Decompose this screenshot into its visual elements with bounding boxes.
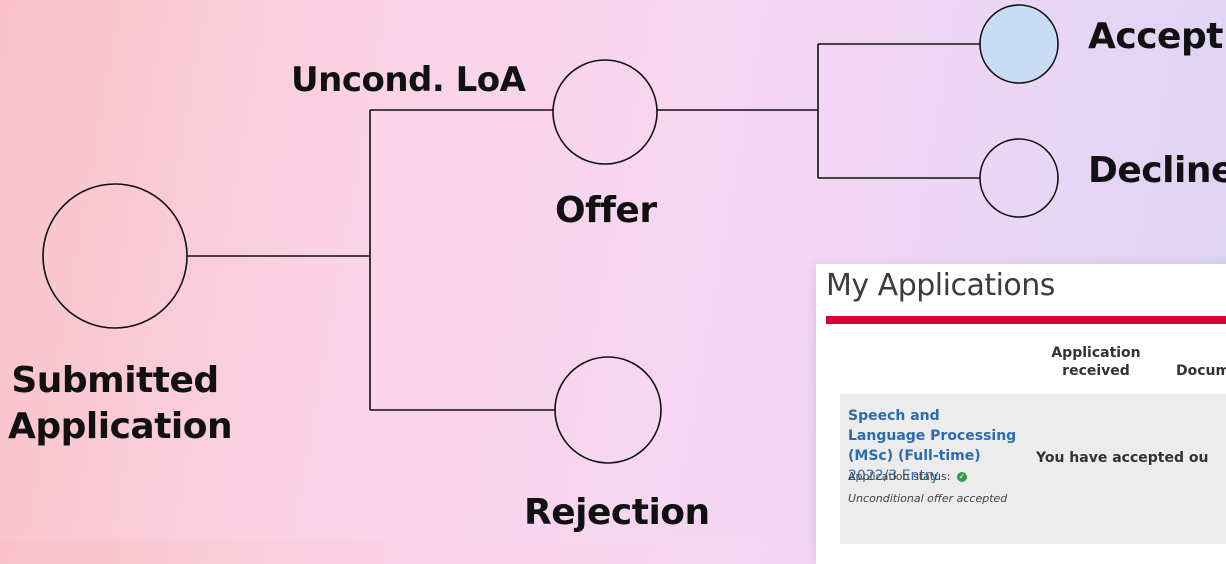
node-accept-circle	[979, 4, 1059, 84]
node-label-rejection: Rejection	[524, 492, 710, 533]
column-header-application-received: Application received	[1051, 345, 1141, 379]
check-circle-icon: ✓	[956, 472, 967, 482]
page-title: My Applications	[826, 268, 1055, 303]
edge-label-uncond-loa: Uncond. LoA	[291, 60, 526, 100]
node-decline-circle	[979, 138, 1059, 218]
node-label-submitted: Submitted Application	[8, 360, 233, 447]
column-header-documents: Docume	[1176, 363, 1226, 379]
node-submitted-circle	[42, 183, 188, 329]
status-line: Application status: ✓	[848, 470, 967, 483]
node-label-offer: Offer	[555, 190, 657, 231]
node-offer-circle	[552, 59, 658, 165]
applications-portal-screenshot: My Applications Application received Doc…	[816, 264, 1226, 564]
node-label-decline: Decline	[1088, 150, 1226, 191]
node-label-accept: Accept	[1088, 16, 1223, 57]
programme-link[interactable]: Speech and Language Processing (MSc) (Fu…	[848, 408, 1016, 464]
status-note: Unconditional offer accepted	[848, 492, 1008, 505]
offer-accepted-message: You have accepted ou	[1036, 450, 1209, 466]
brand-accent-bar	[826, 316, 1226, 324]
node-rejection-circle	[554, 356, 662, 464]
application-row: Speech and Language Processing (MSc) (Fu…	[840, 394, 1226, 544]
status-label: Application status:	[848, 470, 951, 483]
